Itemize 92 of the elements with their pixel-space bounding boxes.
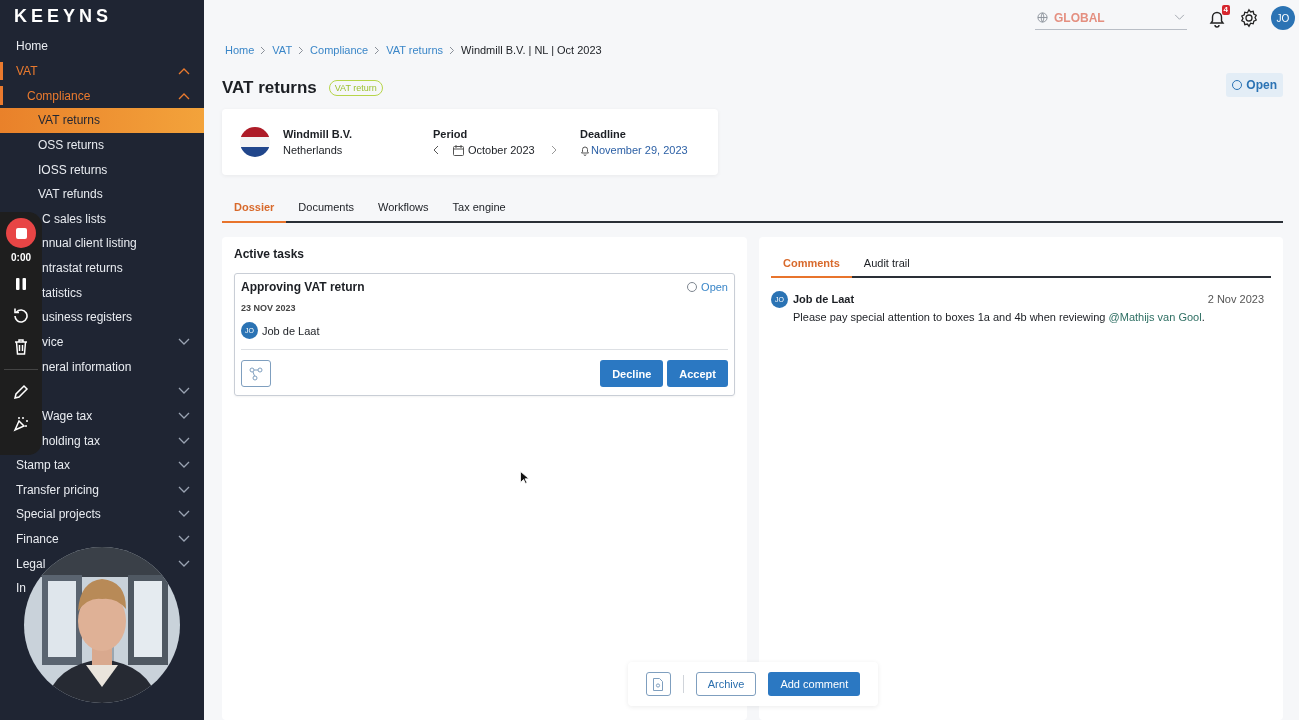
comment-date: 2 Nov 2023	[1207, 293, 1264, 305]
cursor-icon	[520, 471, 529, 484]
breadcrumb-current: Windmill B.V. | NL | Oct 2023	[461, 44, 602, 56]
flag-icon	[240, 127, 270, 157]
task-title: Approving VAT return	[241, 280, 365, 294]
chevron-down-icon[interactable]	[178, 387, 190, 396]
settings-button[interactable]	[1239, 8, 1259, 28]
calendar-icon	[453, 144, 464, 156]
breadcrumb-link[interactable]: Compliance	[310, 44, 369, 56]
pause-button[interactable]	[15, 277, 27, 291]
chevron-left-icon	[433, 145, 439, 155]
chevron-down-icon[interactable]	[178, 485, 190, 494]
chevron-right-icon	[374, 45, 381, 55]
pencil-button[interactable]	[13, 384, 29, 400]
notifications-button[interactable]: 4	[1207, 8, 1227, 28]
sidebar-item[interactable]: tatistics	[42, 285, 82, 300]
breadcrumb-link[interactable]: VAT returns	[386, 44, 444, 56]
chevron-down-icon[interactable]	[178, 535, 190, 544]
restart-button[interactable]	[13, 307, 29, 323]
globe-icon	[1037, 12, 1048, 23]
breadcrumb-link[interactable]: VAT	[272, 44, 293, 56]
sidebar-item[interactable]: Transfer pricing	[16, 482, 99, 497]
document-icon	[653, 677, 664, 691]
chevron-down-icon[interactable]	[178, 411, 190, 420]
timer: 0:00	[11, 252, 31, 263]
user-avatar[interactable]: JO	[1271, 6, 1295, 30]
comment-author: Job de Laat	[793, 293, 855, 305]
sidebar-item[interactable]: Home	[16, 39, 48, 54]
sidebar-item[interactable]: Stamp tax	[16, 458, 71, 473]
tab[interactable]: Audit trail	[851, 249, 922, 278]
sidebar-item[interactable]: Legal	[16, 556, 46, 571]
chevron-right-icon	[260, 45, 267, 55]
trash-button[interactable]	[14, 339, 28, 355]
bell-icon	[580, 144, 590, 156]
chevron-down-icon	[1174, 14, 1185, 21]
action-button[interactable]: Decline	[600, 360, 664, 387]
comment-text: Please pay special attention to boxes 1a and 4b when reviewing @Mathijs van Gool.	[793, 311, 1206, 323]
sidebar-item[interactable]: IOSS returns	[38, 162, 108, 177]
company-name: Windmill B.V.	[283, 128, 354, 140]
action-button[interactable]: Accept	[667, 360, 728, 387]
breadcrumb-link[interactable]: Home	[225, 44, 255, 56]
page-title: VAT returns	[222, 78, 317, 98]
section-heading: Active tasks	[234, 247, 306, 261]
sidebar-item[interactable]: Finance	[16, 532, 59, 547]
tab[interactable]: Comments	[771, 249, 852, 278]
tab[interactable]: Workflows	[366, 193, 441, 223]
sidebar-item[interactable]: Wage tax	[42, 408, 93, 423]
sidebar-item[interactable]: neral information	[42, 359, 132, 374]
chevron-up-icon[interactable]	[178, 91, 190, 100]
sidebar-item[interactable]: vice	[42, 335, 64, 349]
status-button[interactable]: Open	[1226, 73, 1283, 97]
chevron-down-icon[interactable]	[178, 461, 190, 470]
sidebar-item[interactable]: usiness registers	[42, 310, 133, 325]
sidebar-item[interactable]: nnual client listing	[42, 236, 137, 251]
archive-button[interactable]: Archive	[695, 672, 757, 696]
chevron-up-icon[interactable]	[178, 66, 190, 75]
tab[interactable]: Tax engine	[440, 193, 518, 223]
sidebar-item[interactable]: VAT refunds	[38, 187, 103, 202]
chevron-right-icon	[298, 45, 305, 55]
sidebar-item[interactable]: VAT	[16, 63, 38, 78]
document-button[interactable]	[645, 672, 671, 696]
assignee-name: Job de Laat	[262, 324, 320, 337]
chevron-down-icon[interactable]	[178, 436, 190, 445]
notification-count: 4	[1221, 5, 1230, 15]
period-value: October 2023	[468, 144, 535, 156]
sidebar-item[interactable]: C sales lists	[42, 211, 106, 226]
mention-link[interactable]: @Mathijs van Gool	[1108, 311, 1202, 323]
stop-button[interactable]	[6, 218, 36, 248]
deadline-label: Deadline	[580, 128, 627, 140]
workflow-icon	[249, 366, 263, 381]
sidebar-item[interactable]: ntrastat returns	[42, 261, 123, 276]
sidebar-item[interactable]: Special projects	[16, 507, 101, 522]
sidebar-item[interactable]: VAT returns	[0, 107, 204, 133]
chevron-down-icon[interactable]	[178, 559, 190, 568]
chevron-down-icon[interactable]	[178, 510, 190, 519]
logo: KEEYNS	[13, 5, 114, 28]
sparkle-button[interactable]	[13, 416, 29, 432]
task-status: Open	[687, 281, 728, 293]
period-label: Period	[433, 128, 469, 140]
chevron-right-icon	[449, 45, 456, 55]
sidebar-item[interactable]: OSS returns	[38, 137, 105, 152]
chevron-down-icon[interactable]	[178, 338, 190, 346]
sidebar-item[interactable]: In	[16, 581, 26, 596]
add-comment-button[interactable]: Add comment	[768, 672, 861, 696]
sidebar-item[interactable]: holding tax	[42, 433, 101, 448]
country-name: Netherlands	[283, 144, 344, 156]
task-date: 23 NOV 2023	[241, 303, 297, 313]
chevron-right-icon	[550, 145, 557, 155]
tab[interactable]: Documents	[286, 193, 366, 223]
deadline-link[interactable]: November 29, 2023	[591, 144, 688, 156]
sidebar-item[interactable]: Compliance	[27, 88, 91, 103]
workflow-button[interactable]	[241, 360, 271, 387]
